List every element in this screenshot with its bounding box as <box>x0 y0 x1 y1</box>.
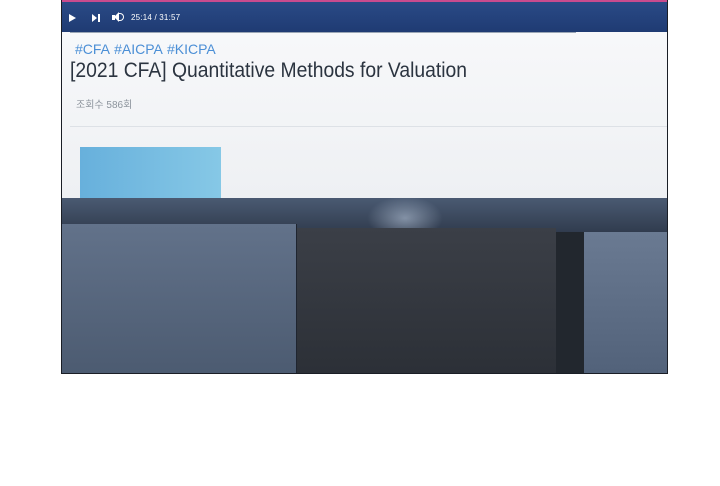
video-title: [2021 CFA] Quantitative Methods for Valu… <box>70 59 468 82</box>
background-gap <box>556 232 584 373</box>
volume-icon[interactable] <box>112 12 124 24</box>
hashtags[interactable]: #CFA #AICPA #KICPA <box>75 41 216 57</box>
background-panel-left <box>62 224 296 373</box>
monitor-scene: 25:14 / 31:57 #CFA #AICPA #KICPA [2021 C… <box>61 0 668 374</box>
time-display: 25:14 / 31:57 <box>131 13 181 22</box>
view-count: 조회수 586회 <box>76 100 133 111</box>
next-icon[interactable] <box>92 14 102 22</box>
background-panel-right <box>584 232 667 373</box>
play-icon[interactable] <box>69 14 76 22</box>
progress-line <box>70 32 576 33</box>
panel-seam <box>296 224 297 373</box>
thumbnail[interactable] <box>80 147 221 199</box>
video-control-bar: 25:14 / 31:57 <box>62 0 667 32</box>
background-panel-middle <box>297 228 556 373</box>
video-info-area: #CFA #AICPA #KICPA [2021 CFA] Quantitati… <box>62 32 667 199</box>
divider <box>70 126 667 127</box>
